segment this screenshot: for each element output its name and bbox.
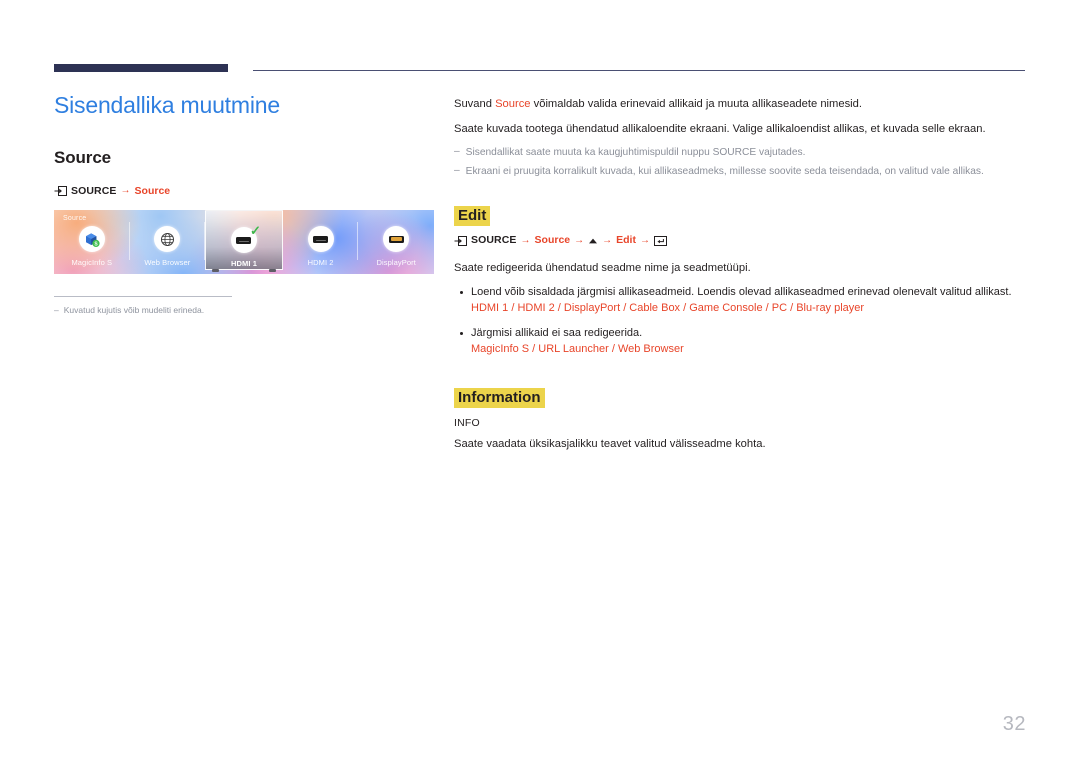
edit-bullet-text: Järgmisi allikaid ei saa redigeerida. xyxy=(471,326,643,339)
edit-bullet-list: Loend võib sisaldada järgmisi allikasead… xyxy=(454,285,1026,358)
hdmi-port-icon xyxy=(313,235,329,243)
information-body: Saate vaadata üksikasjalikku teavet vali… xyxy=(454,438,766,451)
page-title: Sisendallika muutmine xyxy=(54,92,280,118)
magicinfo-icon: S xyxy=(83,231,100,248)
information-heading: Information xyxy=(454,387,545,409)
edit-heading: Edit xyxy=(454,206,491,227)
source-icon-wrap: S xyxy=(78,226,105,253)
edit-bullet-sources: MagicInfo S / URL Launcher / Web Browser xyxy=(471,342,684,355)
information-heading-wrap: Information xyxy=(454,387,1026,409)
edit-heading-wrap: Edit xyxy=(454,206,1026,227)
page-number: 32 xyxy=(1002,713,1026,735)
breadcrumb-arrow: → xyxy=(574,234,585,246)
source-item-magicinfo-s[interactable]: S MagicInfo S xyxy=(54,210,130,274)
mockup-source-list: S MagicInfo S Web Browser ✓ HDMI 1 HDMI … xyxy=(54,210,434,274)
source-item-web-browser[interactable]: Web Browser xyxy=(130,210,206,274)
breadcrumb-arrow: → xyxy=(602,234,613,246)
source-screen-mockup: Source S MagicInfo S Web Browser ✓ HDMI … xyxy=(54,210,434,275)
intro-notes: – Sisendallikat saate muuta ka kaugjuhti… xyxy=(454,146,1026,180)
source-icon-wrap xyxy=(383,226,410,253)
footnote-dash: – xyxy=(54,305,59,316)
source-input-icon xyxy=(454,235,467,246)
intro-p1-before: Suvand xyxy=(454,98,496,110)
source-input-icon xyxy=(54,185,67,196)
source-icon-wrap xyxy=(154,226,181,253)
information-sub-label: INFO xyxy=(454,417,480,430)
breadcrumb-source-key: SOURCE xyxy=(71,184,117,197)
source-item-label: HDMI 1 xyxy=(230,259,257,269)
source-item-hdmi-2[interactable]: HDMI 2 xyxy=(283,210,359,274)
edit-bullet-sources: HDMI 1 / HDMI 2 / DisplayPort / Cable Bo… xyxy=(471,301,865,314)
enter-key-icon xyxy=(653,235,667,246)
intro-p1-after: võimaldab valida erinevaid allikaid ja m… xyxy=(530,98,862,110)
breadcrumb-source-key: SOURCE xyxy=(471,234,517,247)
check-icon: ✓ xyxy=(250,223,261,239)
edit-lead: Saate redigeerida ühendatud seadme nime … xyxy=(454,261,751,274)
breadcrumb-target: Source xyxy=(134,184,171,197)
edit-bullet-text: Loend võib sisaldada järgmisi allikasead… xyxy=(471,286,1012,299)
page-content: Sisendallika muutmine Source SOURCE → So… xyxy=(0,0,1080,763)
breadcrumb-source: SOURCE → Source xyxy=(54,184,436,197)
mockup-footnote: – Kuvatud kujutis võib mudeliti erineda. xyxy=(54,305,436,317)
edit-section: Edit SOURCE → Source → → Edit → Saate re… xyxy=(454,206,1026,358)
footnote-divider xyxy=(54,296,232,298)
source-item-label: DisplayPort xyxy=(376,258,416,268)
source-icon-wrap xyxy=(307,226,334,253)
breadcrumb-arrow: → xyxy=(520,234,531,246)
chevron-up-icon: ^ xyxy=(242,210,246,211)
intro-paragraph-2: Saate kuvada tootega ühendatud allikaloe… xyxy=(454,123,986,136)
note-item: – Sisendallikat saate muuta ka kaugjuhti… xyxy=(454,146,1026,161)
edit-bullet-item: Järgmisi allikaid ei saa redigeerida. Ma… xyxy=(454,326,1026,358)
right-column: Suvand Source võimaldab valida erinevaid… xyxy=(454,96,1026,452)
stand-feet xyxy=(206,269,282,273)
breadcrumb-step-edit: Edit xyxy=(616,234,636,247)
edit-bullet-item: Loend võib sisaldada järgmisi allikasead… xyxy=(454,285,1026,317)
source-item-hdmi-1[interactable]: ^ ✓ HDMI 1 xyxy=(205,210,283,273)
intro-p1-accent: Source xyxy=(495,98,531,110)
displayport-port-icon xyxy=(388,235,404,243)
breadcrumb-arrow: → xyxy=(639,234,650,246)
breadcrumb-edit: SOURCE → Source → → Edit → xyxy=(454,235,1026,246)
breadcrumb-step-source: Source xyxy=(534,234,571,247)
note-text: Ekraani ei pruugita korralikult kuvada, … xyxy=(465,166,984,178)
intro-paragraph-1: Suvand Source võimaldab valida erinevaid… xyxy=(454,96,1026,112)
note-text: Sisendallikat saate muuta ka kaugjuhtimi… xyxy=(465,147,806,159)
source-item-label: Web Browser xyxy=(144,258,191,268)
breadcrumb-arrow: → xyxy=(120,184,131,196)
source-item-label: MagicInfo S xyxy=(71,258,113,268)
note-dash: – xyxy=(454,146,460,158)
source-item-label: HDMI 2 xyxy=(307,258,334,268)
globe-icon xyxy=(160,232,175,247)
section-title: Source xyxy=(54,147,112,167)
note-dash: – xyxy=(454,165,460,177)
information-section: Information INFO Saate vaadata üksikasja… xyxy=(454,387,1026,452)
footnote-text: Kuvatud kujutis võib mudeliti erineda. xyxy=(63,305,205,316)
source-item-displayport[interactable]: DisplayPort xyxy=(358,210,434,274)
left-column: Sisendallika muutmine Source SOURCE → So… xyxy=(54,92,436,317)
up-arrow-icon xyxy=(588,236,598,246)
note-item: – Ekraani ei pruugita korralikult kuvada… xyxy=(454,165,1026,180)
